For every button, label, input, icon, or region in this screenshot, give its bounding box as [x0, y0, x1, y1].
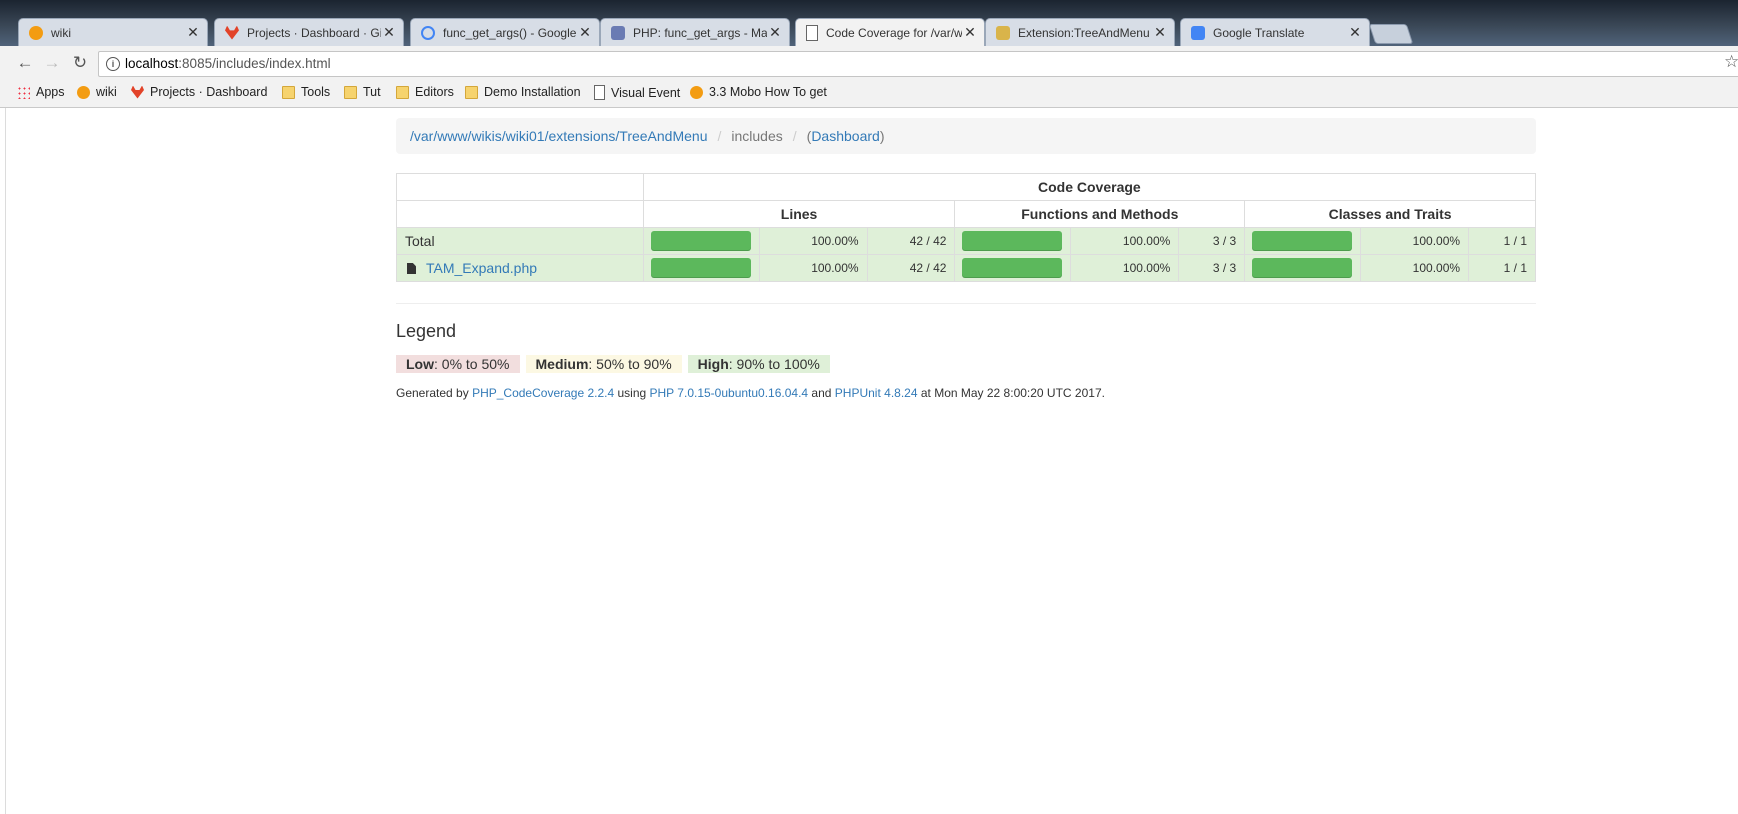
- functions-header: Functions and Methods: [954, 200, 1246, 228]
- page-icon: [806, 24, 818, 41]
- breadcrumb-separator: /: [717, 128, 722, 144]
- classes-count: 1 / 1: [1468, 254, 1536, 282]
- folder-icon: [396, 85, 409, 99]
- legend: Low: 0% to 50% Medium: 50% to 90% High: …: [396, 355, 836, 373]
- functions-progress-bar: [962, 258, 1063, 278]
- folder-icon: [344, 85, 357, 99]
- classes-count: 1 / 1: [1468, 227, 1536, 255]
- wiki-icon: [29, 25, 43, 40]
- classes-header: Classes and Traits: [1244, 200, 1536, 228]
- table-row: Total 100.00% 42 / 42 100.00% 3 / 3 100.…: [396, 227, 1536, 255]
- close-icon[interactable]: ✕: [381, 24, 397, 41]
- classes-percent: 100.00%: [1360, 254, 1470, 282]
- breadcrumb-root-link[interactable]: /var/www/wikis/wiki01/extensions/TreeAnd…: [410, 128, 707, 144]
- legend-high: High: 90% to 100%: [687, 355, 830, 373]
- code-coverage-header: Code Coverage: [642, 173, 1537, 201]
- coverage-table: Code Coverage Lines Functions and Method…: [396, 173, 1537, 282]
- lines-percent: 100.00%: [758, 227, 868, 255]
- bookmark-mobo-howto[interactable]: 3.3 Mobo How To get: [690, 85, 827, 99]
- page-viewport: /var/www/wikis/wiki01/extensions/TreeAnd…: [5, 108, 1738, 814]
- functions-percent: 100.00%: [1070, 254, 1180, 282]
- row-name: Total: [396, 227, 644, 255]
- folder-icon: [465, 85, 478, 99]
- header-row: Code Coverage: [396, 173, 1537, 201]
- divider: [396, 303, 1536, 304]
- lines-progress-bar: [650, 231, 751, 251]
- generated-by-footer: Generated by PHP_CodeCoverage 2.2.4 usin…: [396, 386, 1105, 400]
- legend-title: Legend: [396, 321, 457, 341]
- legend-medium: Medium: 50% to 90%: [525, 355, 682, 373]
- bookmarks-bar: Apps wiki Projects · Dashboard Tools Tut…: [0, 80, 1738, 108]
- lines-count: 42 / 42: [866, 227, 956, 255]
- php-codecoverage-link[interactable]: PHP_CodeCoverage 2.2.4: [472, 386, 614, 400]
- bookmark-visual-event[interactable]: Visual Event: [594, 85, 680, 100]
- functions-percent: 100.00%: [1070, 227, 1180, 255]
- close-icon[interactable]: ✕: [767, 24, 783, 41]
- breadcrumb-separator: /: [792, 128, 797, 144]
- browser-chrome: wiki ✕ Projects · Dashboard · Git ✕ func…: [0, 0, 1738, 108]
- phpunit-link[interactable]: PHPUnit 4.8.24: [835, 386, 918, 400]
- bookmark-tut[interactable]: Tut: [344, 85, 381, 99]
- file-link[interactable]: TAM_Expand.php: [426, 260, 537, 276]
- tab-gitlab-projects[interactable]: Projects · Dashboard · Git ✕: [214, 18, 404, 46]
- tab-extension-treeandmenu[interactable]: Extension:TreeAndMenu ✕: [985, 18, 1175, 46]
- classes-progress-bar: [1252, 258, 1353, 278]
- apps-icon: [17, 85, 30, 99]
- close-icon[interactable]: ✕: [1347, 24, 1363, 41]
- bookmark-apps[interactable]: Apps: [17, 85, 65, 99]
- php-version-link[interactable]: PHP 7.0.15-0ubuntu0.16.04.4: [650, 386, 809, 400]
- mediawiki-icon: [996, 25, 1010, 40]
- bookmark-projects-dashboard[interactable]: Projects · Dashboard: [131, 85, 267, 99]
- address-bar[interactable]: i localhost:8085/includes/index.html: [98, 51, 1738, 77]
- tab-strip: wiki ✕ Projects · Dashboard · Git ✕ func…: [0, 0, 1738, 46]
- bookmark-editors[interactable]: Editors: [396, 85, 454, 99]
- new-tab-button[interactable]: [1368, 24, 1414, 44]
- lines-progress-bar: [650, 258, 751, 278]
- google-icon: [421, 25, 435, 40]
- file-icon: [407, 263, 416, 274]
- lines-header: Lines: [642, 200, 956, 228]
- close-icon[interactable]: ✕: [962, 24, 978, 41]
- gitlab-icon: [225, 25, 239, 40]
- php-icon: [611, 25, 625, 40]
- table-row: TAM_Expand.php 100.00% 42 / 42 100.00% 3…: [396, 254, 1536, 282]
- forward-arrow-icon[interactable]: →: [41, 52, 63, 74]
- lines-percent: 100.00%: [758, 254, 868, 282]
- close-icon[interactable]: ✕: [185, 24, 201, 41]
- bookmark-star-icon[interactable]: ☆: [1724, 52, 1738, 72]
- classes-progress-bar: [1252, 231, 1353, 251]
- tab-google-search[interactable]: func_get_args() - Google ✕: [410, 18, 600, 46]
- close-icon[interactable]: ✕: [1152, 24, 1168, 41]
- translate-icon: [1191, 25, 1205, 40]
- breadcrumb-current: includes: [731, 128, 783, 144]
- page-icon: [594, 85, 605, 100]
- info-icon[interactable]: i: [106, 57, 120, 71]
- breadcrumb: /var/www/wikis/wiki01/extensions/TreeAnd…: [396, 118, 1536, 154]
- tab-wiki[interactable]: wiki ✕: [18, 18, 208, 46]
- tab-google-translate[interactable]: Google Translate ✕: [1180, 18, 1370, 46]
- back-arrow-icon[interactable]: ←: [14, 52, 36, 74]
- folder-icon: [282, 85, 295, 99]
- functions-progress-bar: [962, 231, 1063, 251]
- classes-percent: 100.00%: [1360, 227, 1470, 255]
- bookmark-wiki[interactable]: wiki: [77, 85, 117, 99]
- wiki-icon: [77, 85, 90, 99]
- tab-php-manual[interactable]: PHP: func_get_args - Ma ✕: [600, 18, 790, 46]
- close-icon[interactable]: ✕: [577, 24, 593, 41]
- functions-count: 3 / 3: [1178, 254, 1246, 282]
- reload-icon[interactable]: ↻: [69, 52, 91, 74]
- bookmark-tools[interactable]: Tools: [282, 85, 330, 99]
- legend-low: Low: 0% to 50%: [396, 355, 520, 373]
- dashboard-link[interactable]: Dashboard: [811, 128, 880, 144]
- wiki-icon: [690, 85, 703, 99]
- gitlab-icon: [131, 85, 144, 99]
- functions-count: 3 / 3: [1178, 227, 1246, 255]
- subheader-row: Lines Functions and Methods Classes and …: [396, 200, 1536, 228]
- tab-code-coverage[interactable]: Code Coverage for /var/w ✕: [795, 18, 985, 46]
- lines-count: 42 / 42: [866, 254, 956, 282]
- bookmark-demo-installation[interactable]: Demo Installation: [465, 85, 581, 99]
